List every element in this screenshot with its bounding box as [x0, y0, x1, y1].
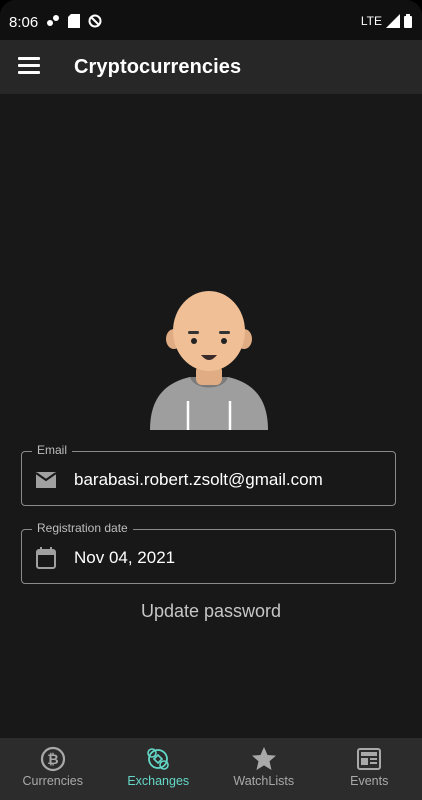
nav-label-watchlists: WatchLists: [233, 774, 295, 788]
update-password-button[interactable]: Update password: [0, 601, 422, 622]
email-label: Email: [32, 443, 73, 457]
status-bar: 8:06 LTE: [0, 0, 422, 40]
sd-card-icon: [68, 14, 80, 28]
nav-label-events: Events: [350, 774, 389, 788]
mail-icon: [35, 472, 57, 488]
news-icon: [357, 748, 382, 770]
network-type-label: LTE: [360, 14, 382, 28]
battery-icon: [404, 14, 412, 28]
app-screen: 8:06 LTE Cryptocurrencies Email barabasi…: [0, 0, 422, 800]
registration-date-label: Registration date: [32, 521, 133, 535]
avatar: [150, 291, 268, 430]
system-status-icons: LTE: [361, 14, 412, 28]
menu-icon[interactable]: [18, 57, 40, 77]
signal-icon: [386, 14, 400, 28]
calendar-icon: [36, 547, 56, 569]
nav-label-currencies: Currencies: [22, 774, 83, 788]
bottom-navigation: ₿ Currencies Exchanges WatchLists Events: [0, 738, 422, 800]
page-title: Cryptocurrencies: [74, 56, 242, 78]
app-bar: Cryptocurrencies: [0, 40, 422, 94]
registration-date-field[interactable]: Registration date Nov 04, 2021: [21, 521, 396, 584]
nav-item-watchlists[interactable]: WatchLists: [211, 738, 317, 800]
registration-date-value: Nov 04, 2021: [74, 548, 176, 567]
nav-item-events[interactable]: Events: [317, 738, 422, 800]
nav-item-exchanges[interactable]: Exchanges: [106, 738, 212, 800]
notification-icons: [46, 14, 102, 28]
star-icon: [251, 747, 276, 770]
nav-item-currencies[interactable]: ₿ Currencies: [0, 738, 106, 800]
nav-label-exchanges: Exchanges: [127, 774, 190, 788]
settings-notification-icon: [47, 15, 59, 26]
do-not-disturb-icon: [88, 14, 102, 28]
exchange-icon: [147, 748, 170, 770]
bitcoin-icon: ₿: [40, 746, 65, 772]
svg-text:₿: ₿: [47, 752, 58, 768]
email-value: barabasi.robert.zsolt@gmail.com: [74, 470, 323, 489]
status-time: 8:06: [9, 14, 39, 31]
email-field[interactable]: Email barabasi.robert.zsolt@gmail.com: [21, 443, 396, 506]
